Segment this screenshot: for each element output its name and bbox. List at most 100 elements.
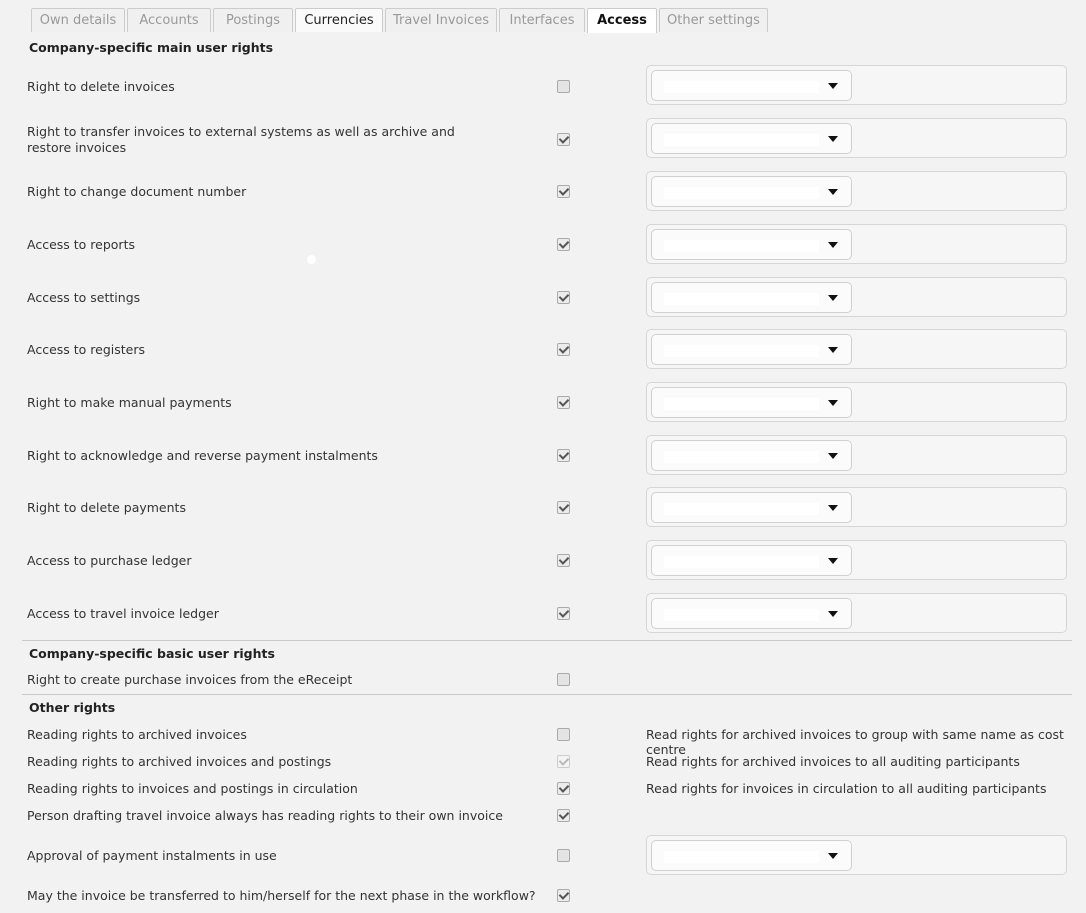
read-rights-option: Read rights for invoices in circulation … — [646, 781, 1047, 796]
scope-dropdown[interactable] — [651, 70, 852, 101]
right-label: Reading rights to archived invoices and … — [27, 754, 332, 769]
cursor-dot — [307, 255, 316, 264]
chevron-down-icon — [828, 853, 838, 859]
scope-panel — [646, 224, 1067, 264]
right-label: Reading rights to invoices and postings … — [27, 781, 358, 796]
right-label: Right to acknowledge and reverse payment… — [27, 448, 378, 463]
dropdown-value — [664, 503, 819, 515]
scope-panel — [646, 835, 1067, 875]
right-label: Right to change document number — [27, 184, 247, 199]
right-checkbox[interactable] — [557, 554, 570, 567]
chevron-down-icon — [828, 242, 838, 248]
right-label: May the invoice be transferred to him/he… — [27, 888, 536, 903]
right-label: Person drafting travel invoice always ha… — [27, 808, 503, 823]
right-label: Right to transfer invoices to external s… — [27, 124, 455, 155]
scope-dropdown[interactable] — [651, 176, 852, 207]
scope-panel — [646, 329, 1067, 369]
right-label: Right to delete invoices — [27, 79, 175, 94]
tab-other-settings[interactable]: Other settings — [659, 8, 768, 32]
right-checkbox[interactable] — [557, 501, 570, 514]
tab-postings[interactable]: Postings — [213, 8, 293, 32]
tab-accounts[interactable]: Accounts — [127, 8, 211, 32]
chevron-down-icon — [828, 189, 838, 195]
scope-panel — [646, 65, 1067, 105]
dropdown-value — [664, 187, 819, 199]
scope-panel — [646, 540, 1067, 580]
chevron-down-icon — [828, 136, 838, 142]
scope-panel — [646, 593, 1067, 633]
right-label: Access to settings — [27, 290, 141, 305]
read-rights-option: Read rights for archived invoices to gro… — [646, 727, 1064, 757]
scope-dropdown[interactable] — [651, 229, 852, 260]
scope-panel — [646, 277, 1067, 317]
right-label: Access to reports — [27, 237, 135, 252]
right-label: Access to registers — [27, 342, 146, 357]
chevron-down-icon — [828, 83, 838, 89]
dropdown-value — [664, 398, 819, 410]
dropdown-value — [664, 451, 819, 463]
tab-access[interactable]: Access — [587, 8, 657, 33]
scope-dropdown[interactable] — [651, 492, 852, 523]
scope-dropdown[interactable] — [651, 123, 852, 154]
right-checkbox[interactable] — [557, 782, 570, 795]
right-label: Right to delete payments — [27, 500, 186, 515]
right-label: Reading rights to archived invoices — [27, 727, 247, 742]
right-checkbox[interactable] — [557, 809, 570, 822]
scope-panel — [646, 171, 1067, 211]
scope-dropdown[interactable] — [651, 440, 852, 471]
chevron-down-icon — [828, 611, 838, 617]
chevron-down-icon — [828, 295, 838, 301]
dropdown-value — [664, 345, 819, 357]
dropdown-value — [664, 293, 819, 305]
basic-rights-title: Company-specific basic user rights — [29, 646, 275, 661]
scope-panel — [646, 487, 1067, 527]
chevron-down-icon — [828, 558, 838, 564]
scope-dropdown[interactable] — [651, 598, 852, 629]
right-label: Access to travel invoice ledger — [27, 606, 219, 621]
section-divider — [22, 694, 1072, 695]
scope-panel — [646, 382, 1067, 422]
main-rights-title: Company-specific main user rights — [29, 40, 274, 55]
scope-panel — [646, 118, 1067, 158]
chevron-down-icon — [828, 453, 838, 459]
dropdown-value — [664, 134, 819, 146]
right-checkbox[interactable] — [557, 673, 570, 686]
dropdown-value — [664, 240, 819, 252]
right-checkbox[interactable] — [557, 849, 570, 862]
right-checkbox[interactable] — [557, 80, 570, 93]
scope-dropdown[interactable] — [651, 387, 852, 418]
chevron-down-icon — [828, 400, 838, 406]
right-checkbox[interactable] — [557, 889, 570, 902]
dropdown-value — [664, 851, 819, 863]
scope-dropdown[interactable] — [651, 840, 852, 871]
tab-interfaces[interactable]: Interfaces — [499, 8, 585, 32]
right-checkbox[interactable] — [557, 755, 570, 768]
right-label: Access to purchase ledger — [27, 553, 192, 568]
right-checkbox[interactable] — [557, 449, 570, 462]
tab-travel-invoices[interactable]: Travel Invoices — [385, 8, 497, 32]
chevron-down-icon — [828, 347, 838, 353]
right-checkbox[interactable] — [557, 607, 570, 620]
dropdown-value — [664, 81, 819, 93]
scope-dropdown[interactable] — [651, 545, 852, 576]
scope-dropdown[interactable] — [651, 282, 852, 313]
right-label: Right to make manual payments — [27, 395, 232, 410]
right-checkbox[interactable] — [557, 238, 570, 251]
right-checkbox[interactable] — [557, 343, 570, 356]
tab-currencies[interactable]: Currencies — [295, 8, 383, 32]
section-divider — [22, 640, 1072, 641]
right-checkbox[interactable] — [557, 291, 570, 304]
other-rights-title: Other rights — [29, 700, 116, 715]
right-label: Right to create purchase invoices from t… — [27, 672, 353, 687]
right-checkbox[interactable] — [557, 396, 570, 409]
right-checkbox[interactable] — [557, 728, 570, 741]
right-checkbox[interactable] — [557, 185, 570, 198]
right-checkbox[interactable] — [557, 133, 570, 146]
chevron-down-icon — [828, 505, 838, 511]
tab-own-details[interactable]: Own details — [31, 8, 125, 32]
dropdown-value — [664, 556, 819, 568]
scope-dropdown[interactable] — [651, 334, 852, 365]
scope-panel — [646, 435, 1067, 475]
read-rights-option: Read rights for archived invoices to all… — [646, 754, 1020, 769]
dropdown-value — [664, 609, 819, 621]
